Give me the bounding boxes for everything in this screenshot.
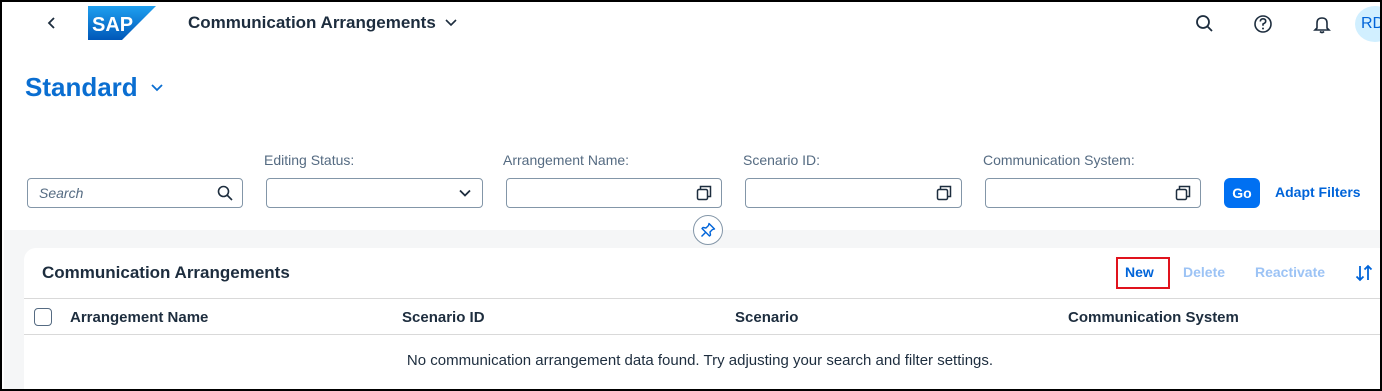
value-help-icon[interactable] (1175, 185, 1191, 201)
app-title-menu[interactable]: Communication Arrangements (188, 13, 458, 33)
scenario-id-field[interactable] (745, 178, 962, 208)
no-data-message: No communication arrangement data found.… (406, 352, 994, 369)
go-button[interactable]: Go (1224, 178, 1260, 208)
chevron-down-icon (151, 83, 163, 91)
app-title: Communication Arrangements (188, 13, 436, 32)
communication-system-label: Communication System: (983, 152, 1135, 168)
value-help-icon[interactable] (936, 185, 952, 201)
pin-header-button[interactable] (693, 215, 723, 245)
scenario-id-label: Scenario ID: (743, 152, 821, 168)
arrangement-name-field[interactable] (506, 178, 722, 208)
column-header-arrangement-name[interactable]: Arrangement Name (70, 309, 208, 326)
table-card: Communication Arrangements New Delete Re… (24, 248, 1380, 389)
back-icon (47, 17, 55, 29)
table-header-row: Arrangement Name Scenario ID Scenario Co… (24, 298, 1380, 335)
variant-selector[interactable]: Standard (25, 72, 164, 103)
logo-text: SAP (92, 14, 133, 36)
sap-logo[interactable]: SAP (88, 6, 156, 40)
avatar-initials: RD (1361, 15, 1382, 32)
select-all-checkbox[interactable] (34, 308, 52, 326)
back-button[interactable] (42, 13, 62, 33)
search-icon[interactable] (1194, 13, 1216, 35)
new-button[interactable]: New (1125, 264, 1154, 280)
reactivate-button[interactable]: Reactivate (1255, 264, 1325, 280)
help-icon[interactable] (1252, 13, 1274, 35)
delete-button[interactable]: Delete (1183, 264, 1225, 280)
table-title: Communication Arrangements (42, 263, 290, 282)
shell-bar: SAP Communication Arrangements RD (2, 2, 1380, 46)
avatar[interactable]: RD (1355, 6, 1382, 42)
search-input[interactable]: Search (27, 178, 243, 208)
editing-status-label: Editing Status: (264, 152, 355, 168)
search-icon[interactable] (217, 185, 233, 201)
adapt-filters-button[interactable]: Adapt Filters (1275, 184, 1361, 200)
column-header-communication-system[interactable]: Communication System (1068, 309, 1239, 326)
notification-bell-icon[interactable] (1311, 13, 1333, 35)
arrangement-name-label: Arrangement Name: (503, 152, 630, 168)
app-window: SAP Communication Arrangements RD Standa… (0, 0, 1382, 391)
column-header-scenario[interactable]: Scenario (735, 309, 798, 326)
variant-title: Standard (25, 72, 138, 102)
communication-system-field[interactable] (985, 178, 1201, 208)
sort-icon[interactable] (1354, 263, 1374, 283)
chevron-down-icon (459, 189, 471, 197)
chevron-down-icon (445, 19, 457, 27)
column-header-scenario-id[interactable]: Scenario ID (402, 309, 485, 326)
pin-icon (701, 222, 716, 237)
value-help-icon[interactable] (696, 185, 712, 201)
editing-status-select[interactable] (266, 178, 483, 208)
search-placeholder: Search (39, 185, 84, 201)
